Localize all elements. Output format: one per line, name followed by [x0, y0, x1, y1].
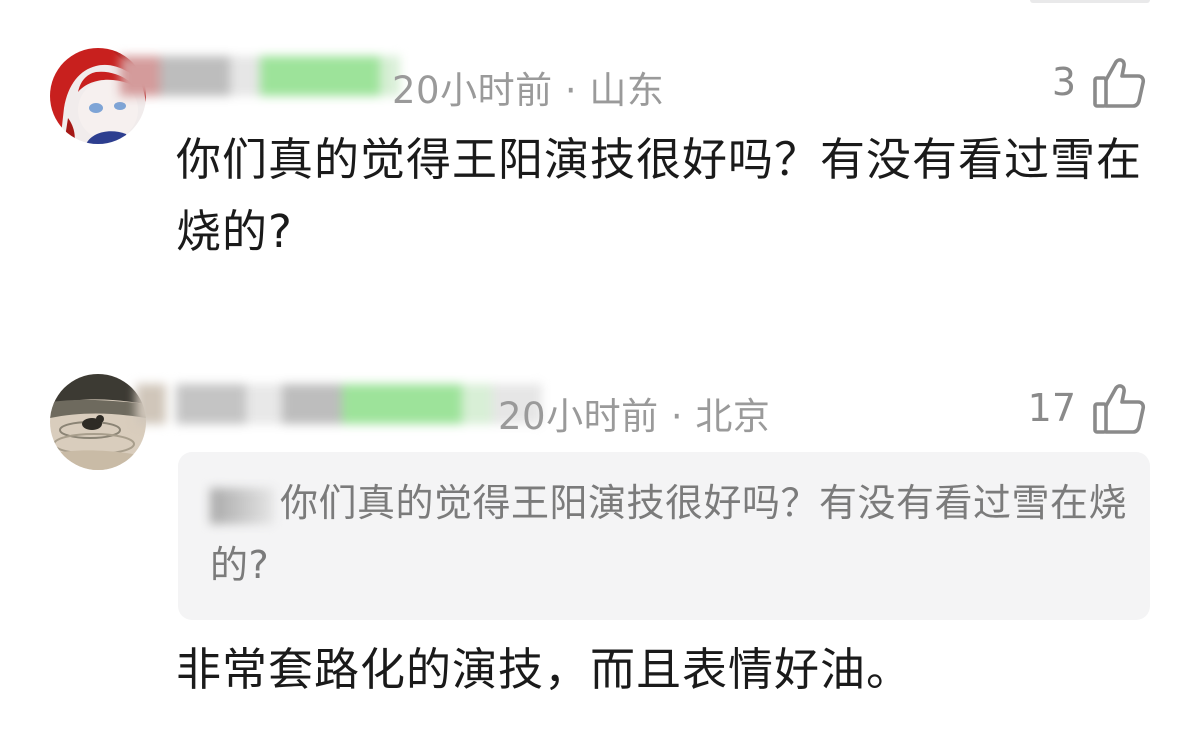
- comment-text: 你们真的觉得王阳演技很好吗？有没有看过雪在烧的?: [176, 133, 1143, 258]
- quoted-text: 你们真的觉得王阳演技很好吗？有没有看过雪在烧的?: [210, 481, 1128, 587]
- comment-location: 山东: [589, 69, 665, 112]
- avatar-image: [50, 374, 146, 470]
- quoted-comment-text: 你们真的觉得王阳演技很好吗？有没有看过雪在烧的?: [210, 472, 1130, 596]
- comment-time: 20小时前: [392, 69, 553, 112]
- comment-location: 北京: [695, 395, 771, 438]
- username-obscured[interactable]: [120, 56, 400, 96]
- comment-meta: 20小时前 · 北京: [498, 386, 770, 440]
- meta-separator: ·: [658, 395, 696, 438]
- meta-separator: ·: [552, 69, 590, 112]
- quoted-comment[interactable]: 你们真的觉得王阳演技很好吗？有没有看过雪在烧的?: [178, 452, 1150, 620]
- thumbs-up-icon[interactable]: [1092, 382, 1146, 436]
- previous-item-edge: [1030, 0, 1150, 3]
- like-count: 3: [1051, 60, 1076, 104]
- comment-text: 非常套路化的演技，而且表情好油。: [176, 643, 913, 696]
- quoted-username-obscured: [210, 487, 274, 524]
- user-avatar[interactable]: [50, 374, 146, 470]
- username-obscured[interactable]: [136, 384, 556, 424]
- thumbs-up-icon[interactable]: [1092, 56, 1146, 110]
- comment-time: 20小时前: [498, 395, 659, 438]
- comment-meta: 20小时前 · 山东: [392, 60, 664, 114]
- comment-feed: 20小时前 · 山东 3 你们真的觉得王阳演技很好吗？有没有看过雪在烧的? 20…: [0, 0, 1200, 741]
- like-count: 17: [1027, 386, 1076, 430]
